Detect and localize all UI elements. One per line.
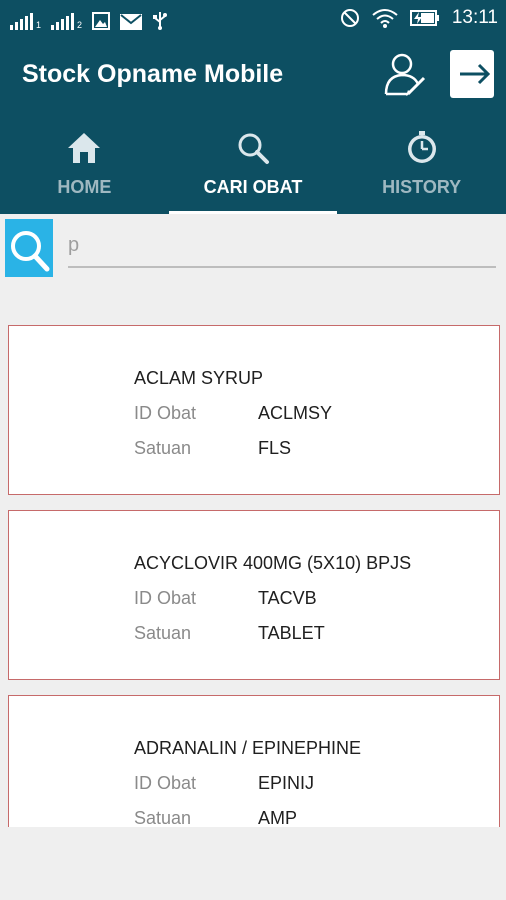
app-bar: Stock Opname Mobile HOME CARI OBAT HISTO…: [0, 36, 506, 214]
item-name: ADRANALIN / EPINEPHINE: [134, 738, 362, 758]
tab-history-label: HISTORY: [382, 177, 462, 197]
status-left-icons: 1 2: [10, 6, 168, 30]
medicine-list[interactable]: ACLAM SYRUP ID Obat ACLMSY Satuan FLS AC…: [0, 325, 506, 827]
status-bar: 1 2 13:11: [0, 0, 506, 36]
item-name: ACYCLOVIR 400MG (5X10) BPJS: [134, 553, 412, 573]
item-unit-label: Satuan: [134, 438, 192, 458]
signal-sim1-icon: 1: [10, 12, 41, 30]
item-id-value: ACLMSY: [258, 403, 333, 423]
item-id-label: ID Obat: [134, 588, 197, 608]
image-notification-icon: [92, 12, 111, 30]
search-input[interactable]: [68, 228, 496, 268]
home-icon: [68, 133, 101, 163]
list-item[interactable]: ACYCLOVIR 400MG (5X10) BPJS ID Obat TACV…: [8, 510, 500, 680]
item-id-value: EPINIJ: [258, 773, 315, 793]
tab-home[interactable]: HOME: [0, 124, 169, 214]
tab-cari-obat-label: CARI OBAT: [203, 177, 303, 197]
usb-icon: [153, 12, 168, 30]
signal-sim2-icon: 2: [51, 12, 82, 30]
user-edit-icon[interactable]: [380, 50, 430, 100]
do-not-disturb-icon: [340, 9, 359, 27]
sim1-label: 1: [36, 20, 42, 30]
tab-bar: HOME CARI OBAT HISTORY: [0, 124, 506, 214]
app-title: Stock Opname Mobile: [22, 60, 284, 88]
item-unit-label: Satuan: [134, 623, 192, 643]
item-id-label: ID Obat: [134, 773, 197, 793]
list-item[interactable]: ACLAM SYRUP ID Obat ACLMSY Satuan FLS: [8, 325, 500, 495]
list-item[interactable]: ADRANALIN / EPINEPHINE ID Obat EPINIJ Sa…: [8, 695, 500, 827]
search-button-icon: [11, 231, 50, 272]
search-button[interactable]: [5, 219, 53, 277]
sim2-label: 2: [77, 20, 83, 30]
battery-icon: [409, 10, 439, 26]
item-unit-value: FLS: [258, 438, 292, 458]
clock-icon: [407, 131, 436, 163]
wifi-icon: [372, 9, 398, 28]
clock: 13:11: [451, 7, 498, 28]
item-unit-label: Satuan: [134, 808, 192, 827]
tab-cari-obat[interactable]: CARI OBAT: [168, 124, 338, 214]
status-right-icons: 13:11: [340, 6, 498, 30]
item-unit-value: AMP: [258, 808, 298, 827]
item-name: ACLAM SYRUP: [134, 368, 264, 388]
tab-home-label: HOME: [57, 177, 112, 197]
search-icon: [238, 133, 269, 164]
item-unit-value: TABLET: [258, 623, 325, 643]
item-id-value: TACVB: [258, 588, 317, 608]
item-id-label: ID Obat: [134, 403, 197, 423]
search-bar: [0, 214, 506, 280]
tab-history[interactable]: HISTORY: [337, 124, 506, 214]
logout-icon[interactable]: [448, 48, 498, 100]
mail-icon: [120, 14, 143, 30]
